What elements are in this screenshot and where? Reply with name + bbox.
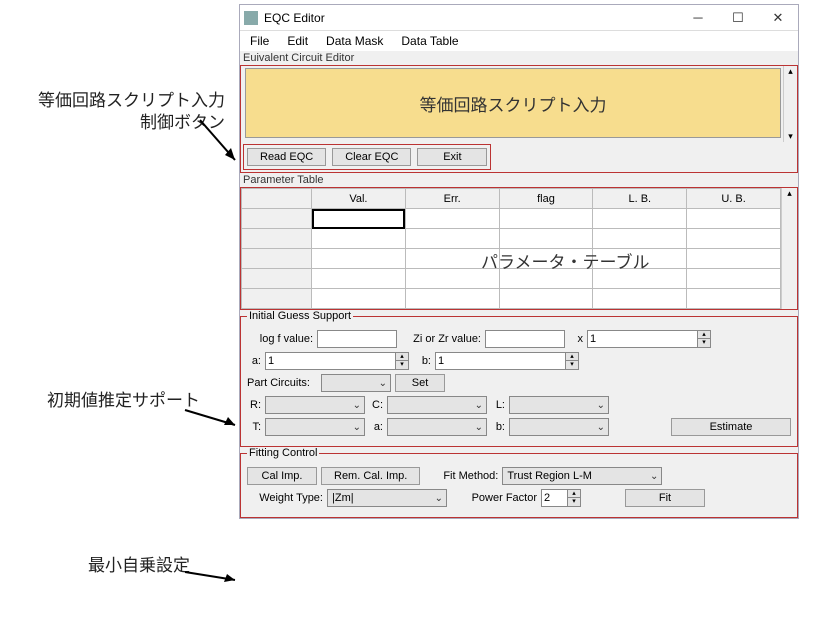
close-button[interactable]: ✕ — [758, 5, 798, 31]
l-combo[interactable] — [509, 396, 609, 414]
table-row[interactable] — [242, 209, 781, 229]
logf-label: log f value: — [247, 333, 313, 345]
exit-button[interactable]: Exit — [417, 148, 487, 166]
window-title: EQC Editor — [264, 11, 678, 25]
read-eqc-button[interactable]: Read EQC — [247, 148, 326, 166]
menu-file[interactable]: File — [250, 34, 269, 48]
b-input[interactable] — [435, 352, 565, 370]
col-val: Val. — [312, 189, 406, 209]
a2-label: a: — [369, 421, 383, 433]
rem-cal-imp-button[interactable]: Rem. Cal. Imp. — [321, 467, 420, 485]
weight-label: Weight Type: — [247, 492, 323, 504]
fit-legend: Fitting Control — [247, 447, 319, 459]
menubar: File Edit Data Mask Data Table — [240, 31, 798, 51]
param-table-label: Parameter Table — [240, 173, 798, 187]
anno-fit: 最小自乗設定 — [60, 555, 190, 577]
t-label: T: — [247, 421, 261, 433]
param-overlay: パラメータ・テーブル — [481, 248, 649, 273]
script-button-row: Read EQC Clear EQC Exit — [243, 144, 491, 170]
part-combo[interactable] — [321, 374, 391, 392]
l-label: L: — [491, 399, 505, 411]
set-button[interactable]: Set — [395, 374, 445, 392]
pf-input[interactable] — [541, 489, 567, 507]
b2-combo[interactable] — [509, 418, 609, 436]
menu-datatable[interactable]: Data Table — [401, 34, 458, 48]
minimize-button[interactable]: ─ — [678, 5, 718, 31]
logf-input[interactable] — [317, 330, 397, 348]
col-ub: U. B. — [687, 189, 781, 209]
r-label: R: — [247, 399, 261, 411]
titlebar: EQC Editor ─ ☐ ✕ — [240, 5, 798, 31]
menu-datamask[interactable]: Data Mask — [326, 34, 383, 48]
anno-script: 等価回路スクリプト入力 — [38, 91, 225, 110]
part-label: Part Circuits: — [247, 377, 317, 389]
fitmethod-combo[interactable]: Trust Region L-M — [502, 467, 662, 485]
fit-button[interactable]: Fit — [625, 489, 705, 507]
table-row[interactable] — [242, 289, 781, 309]
anno-guess: 初期値推定サポート — [20, 390, 200, 412]
x-label: x — [569, 333, 583, 345]
clear-eqc-button[interactable]: Clear EQC — [332, 148, 411, 166]
estimate-button[interactable]: Estimate — [671, 418, 791, 436]
c-combo[interactable] — [387, 396, 487, 414]
maximize-button[interactable]: ☐ — [718, 5, 758, 31]
cal-imp-button[interactable]: Cal Imp. — [247, 467, 317, 485]
x-input[interactable] — [587, 330, 697, 348]
weight-combo[interactable]: |Zm| — [327, 489, 447, 507]
zizr-input[interactable] — [485, 330, 565, 348]
scroll-up-icon[interactable]: ▴ — [784, 66, 797, 77]
col-flag: flag — [499, 189, 593, 209]
zizr-label: Zi or Zr value: — [401, 333, 481, 345]
spin-down-icon[interactable]: ▾ — [698, 339, 710, 347]
spin-up-icon[interactable]: ▴ — [698, 331, 710, 339]
anno-ctrl: 制御ボタン — [140, 113, 225, 132]
scroll-down-icon[interactable]: ▾ — [784, 131, 797, 142]
scroll-up-icon[interactable]: ▴ — [782, 188, 797, 199]
table-row[interactable] — [242, 229, 781, 249]
menu-edit[interactable]: Edit — [287, 34, 308, 48]
c-label: C: — [369, 399, 383, 411]
a-label: a: — [247, 355, 261, 367]
a-input[interactable] — [265, 352, 395, 370]
eqc-editor-window: EQC Editor ─ ☐ ✕ File Edit Data Mask Dat… — [239, 4, 799, 519]
fitmethod-label: Fit Method: — [424, 470, 498, 482]
t-combo[interactable] — [265, 418, 365, 436]
fitting-control-section: Fitting Control Cal Imp. Rem. Cal. Imp. … — [240, 447, 798, 518]
a2-combo[interactable] — [387, 418, 487, 436]
script-textarea[interactable]: 等価回路スクリプト入力 — [245, 68, 781, 138]
r-combo[interactable] — [265, 396, 365, 414]
b2-label: b: — [491, 421, 505, 433]
script-overlay: 等価回路スクリプト入力 — [420, 91, 607, 116]
app-icon — [244, 11, 258, 25]
initial-guess-section: Initial Guess Support log f value: Zi or… — [240, 310, 798, 447]
b-label: b: — [413, 355, 431, 367]
col-lb: L. B. — [593, 189, 687, 209]
guess-legend: Initial Guess Support — [247, 310, 353, 322]
col-err: Err. — [405, 189, 499, 209]
script-section-label: Euivalent Circuit Editor — [240, 51, 798, 65]
pf-label: Power Factor — [451, 492, 537, 504]
